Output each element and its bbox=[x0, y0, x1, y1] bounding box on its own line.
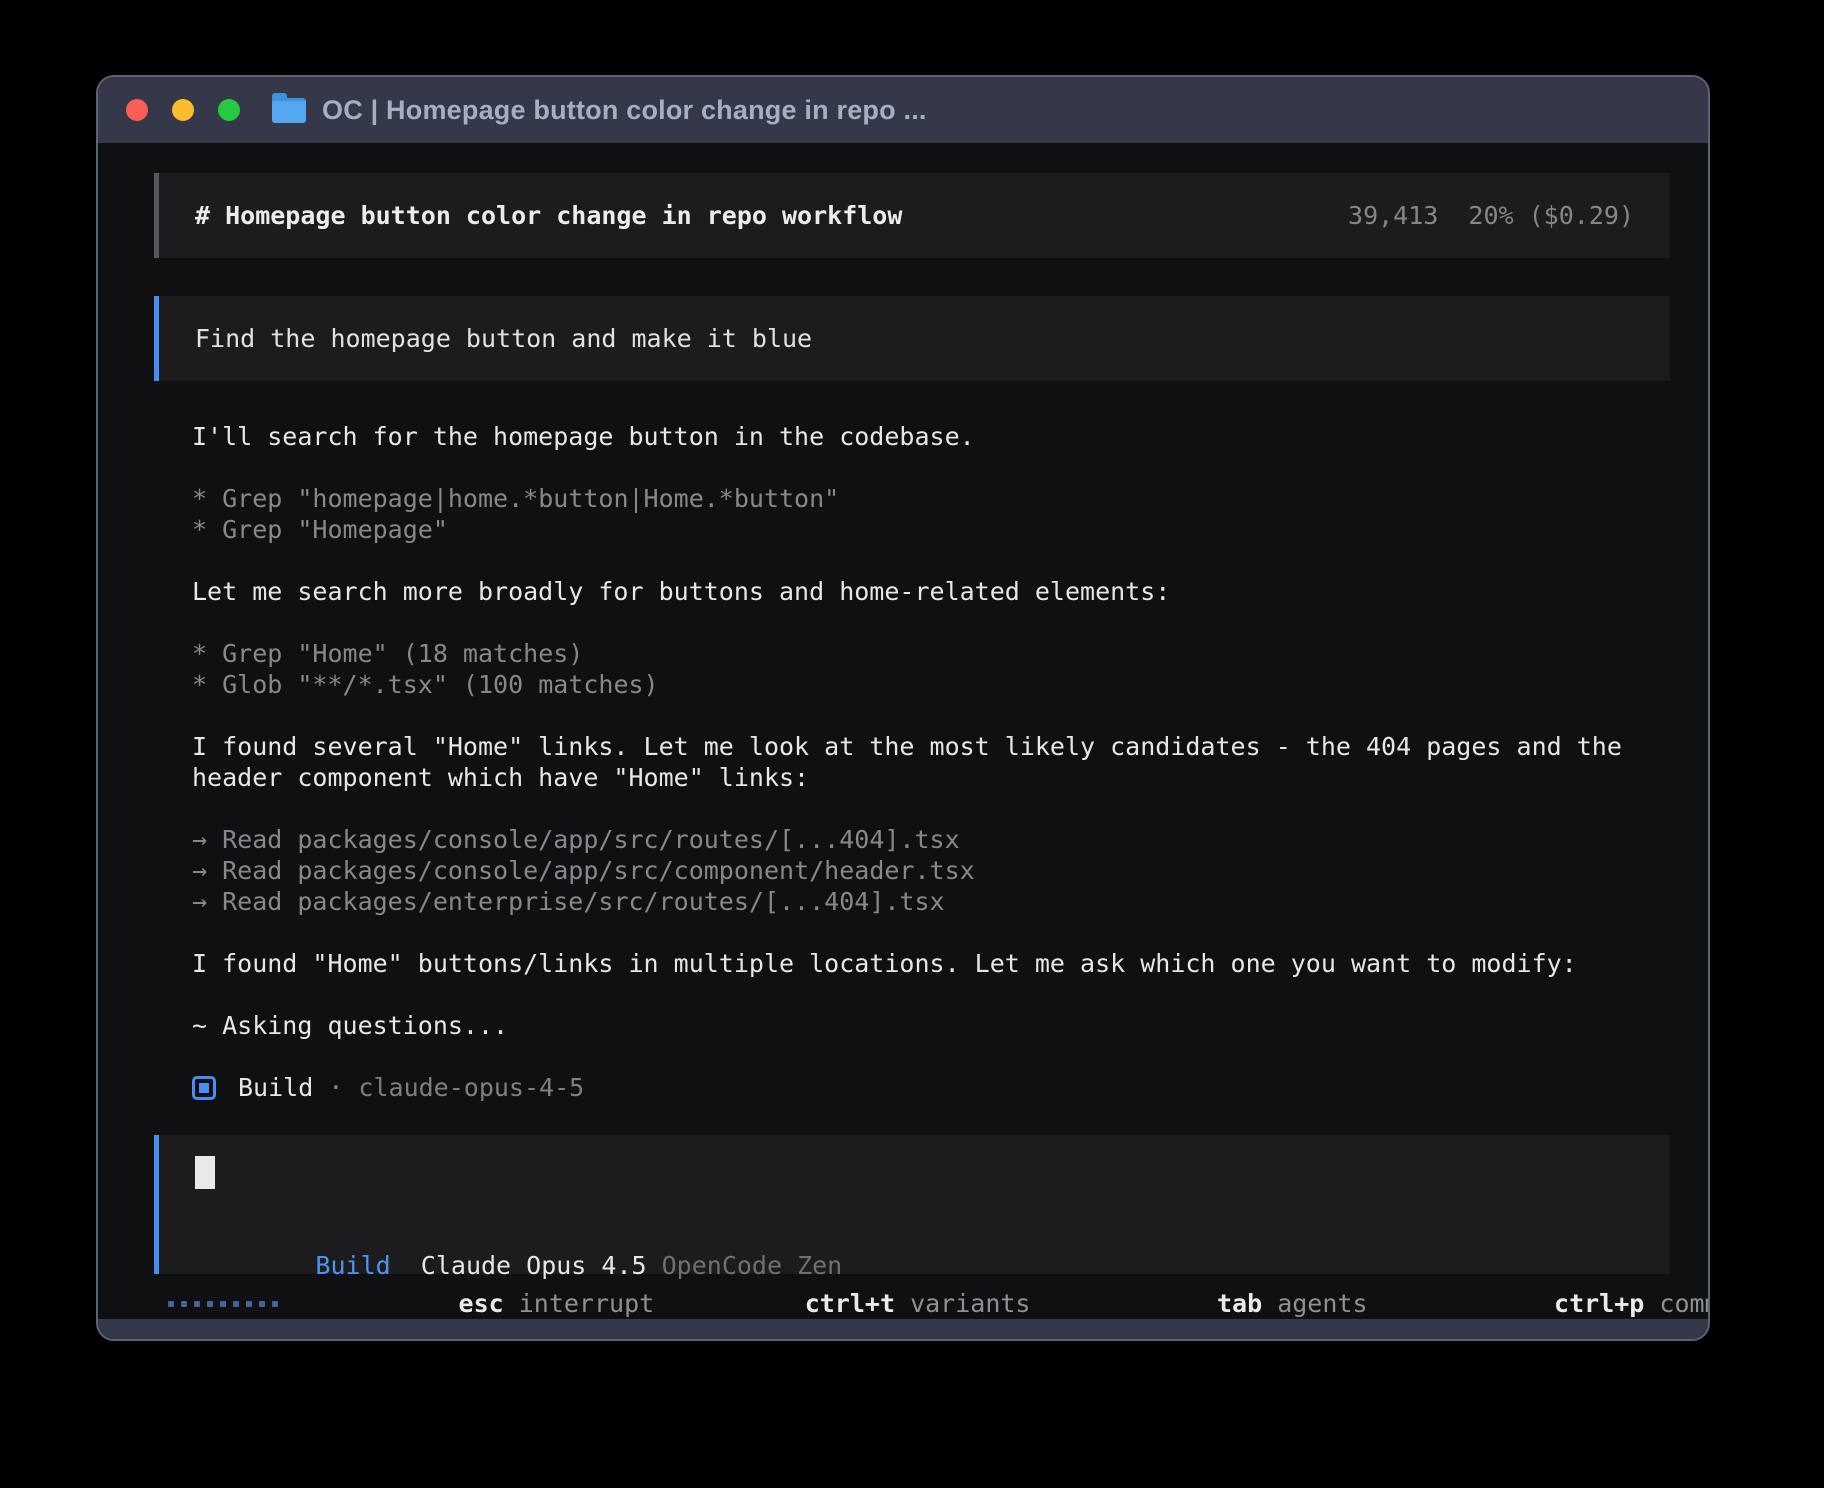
tool-arrow-icon: → bbox=[192, 856, 207, 885]
blank-line bbox=[192, 607, 1670, 638]
status-bar: esc interrupt ctrl+t variants tab agents… bbox=[154, 1288, 1670, 1319]
assistant-text-line: I found "Home" buttons/links in multiple… bbox=[192, 948, 1670, 979]
input-line bbox=[195, 1157, 1634, 1188]
close-button[interactable] bbox=[126, 99, 148, 121]
spinner-dot bbox=[220, 1301, 226, 1307]
tool-call-text: Read packages/console/app/src/routes/[..… bbox=[207, 825, 960, 854]
hint-commands-label: commands bbox=[1644, 1289, 1710, 1318]
input-model-row: Build Claude Opus 4.5 OpenCode Zen bbox=[195, 1219, 1634, 1250]
hint-variants-key: ctrl+t bbox=[805, 1289, 895, 1318]
tool-call-line: → Read packages/enterprise/src/routes/[.… bbox=[192, 886, 1670, 917]
tool-asterisk-icon: * bbox=[192, 515, 207, 544]
window-bottom-strip bbox=[98, 1319, 1708, 1341]
assistant-text-line: I'll search for the homepage button in t… bbox=[192, 421, 1670, 452]
agent-separator: · bbox=[313, 1072, 358, 1103]
window-title: OC | Homepage button color change in rep… bbox=[322, 95, 927, 126]
hint-interrupt-key: esc bbox=[459, 1289, 504, 1318]
blank-line bbox=[192, 545, 1670, 576]
blank-line bbox=[192, 1041, 1670, 1072]
tool-call-text: Read packages/console/app/src/component/… bbox=[207, 856, 975, 885]
spinner-dot bbox=[168, 1301, 174, 1307]
terminal-window: OC | Homepage button color change in rep… bbox=[96, 75, 1710, 1341]
spinner-dot bbox=[272, 1301, 278, 1307]
prompt-input[interactable]: Build Claude Opus 4.5 OpenCode Zen bbox=[154, 1135, 1670, 1274]
agent-build-icon bbox=[192, 1076, 216, 1100]
session-title: # Homepage button color change in repo w… bbox=[195, 200, 902, 231]
spinner-dot bbox=[259, 1301, 265, 1307]
spinner-dot bbox=[207, 1301, 213, 1307]
agent-name: Build bbox=[238, 1072, 313, 1103]
tool-asterisk-icon: * bbox=[192, 484, 207, 513]
minimize-button[interactable] bbox=[172, 99, 194, 121]
spinner-dot bbox=[181, 1301, 187, 1307]
tool-call-line: * Grep "Home" (18 matches) bbox=[192, 638, 1670, 669]
agent-model: claude-opus-4-5 bbox=[358, 1072, 584, 1103]
tool-call-line: → Read packages/console/app/src/routes/[… bbox=[192, 824, 1670, 855]
spinner-dot bbox=[233, 1301, 239, 1307]
hint-variants-label: variants bbox=[895, 1289, 1030, 1318]
tool-call-text: Glob "**/*.tsx" (100 matches) bbox=[207, 670, 659, 699]
agent-status-row: Build · claude-opus-4-5 bbox=[192, 1072, 1670, 1103]
tool-asterisk-icon: * bbox=[192, 639, 207, 668]
hint-agents-key: tab bbox=[1217, 1289, 1262, 1318]
assistant-text-line: Let me search more broadly for buttons a… bbox=[192, 576, 1670, 607]
tool-call-text: Grep "homepage|home.*button|Home.*button… bbox=[207, 484, 839, 513]
blank-line bbox=[192, 700, 1670, 731]
assistant-text-line: I found several "Home" links. Let me loo… bbox=[192, 731, 1670, 762]
tool-call-line: * Glob "**/*.tsx" (100 matches) bbox=[192, 669, 1670, 700]
blank-line bbox=[192, 452, 1670, 483]
tool-arrow-icon: → bbox=[192, 825, 207, 854]
hint-agents-label: agents bbox=[1262, 1289, 1367, 1318]
terminal-content: # Homepage button color change in repo w… bbox=[98, 143, 1708, 1319]
spinner-dot bbox=[194, 1301, 200, 1307]
tool-arrow-icon: → bbox=[192, 887, 207, 916]
tool-call-text: Grep "Home" (18 matches) bbox=[207, 639, 583, 668]
hint-commands-key: ctrl+p bbox=[1554, 1289, 1644, 1318]
assistant-text-line: header component which have "Home" links… bbox=[192, 762, 1670, 793]
spinner-dot bbox=[246, 1301, 252, 1307]
blank-line bbox=[192, 979, 1670, 1010]
user-message-text: Find the homepage button and make it blu… bbox=[195, 324, 812, 353]
spinner-dots bbox=[168, 1301, 278, 1307]
titlebar[interactable]: OC | Homepage button color change in rep… bbox=[98, 77, 1708, 143]
tool-call-text: Grep "Homepage" bbox=[207, 515, 448, 544]
blank-line bbox=[192, 793, 1670, 824]
tool-call-text: Read packages/enterprise/src/routes/[...… bbox=[207, 887, 945, 916]
blank-line bbox=[192, 917, 1670, 948]
traffic-lights bbox=[126, 99, 240, 121]
assistant-text-line: ~ Asking questions... bbox=[192, 1010, 1670, 1041]
zoom-button[interactable] bbox=[218, 99, 240, 121]
session-stats: 39,413 20% ($0.29) bbox=[1348, 200, 1634, 231]
hint-interrupt-label: interrupt bbox=[504, 1289, 655, 1318]
user-message-block: Find the homepage button and make it blu… bbox=[154, 296, 1670, 381]
session-header: # Homepage button color change in repo w… bbox=[154, 173, 1670, 258]
tool-asterisk-icon: * bbox=[192, 670, 207, 699]
tool-call-line: * Grep "Homepage" bbox=[192, 514, 1670, 545]
tool-call-line: * Grep "homepage|home.*button|Home.*butt… bbox=[192, 483, 1670, 514]
text-cursor bbox=[195, 1156, 215, 1189]
folder-icon bbox=[272, 98, 306, 123]
tool-call-line: → Read packages/console/app/src/componen… bbox=[192, 855, 1670, 886]
transcript: I'll search for the homepage button in t… bbox=[154, 421, 1670, 1072]
